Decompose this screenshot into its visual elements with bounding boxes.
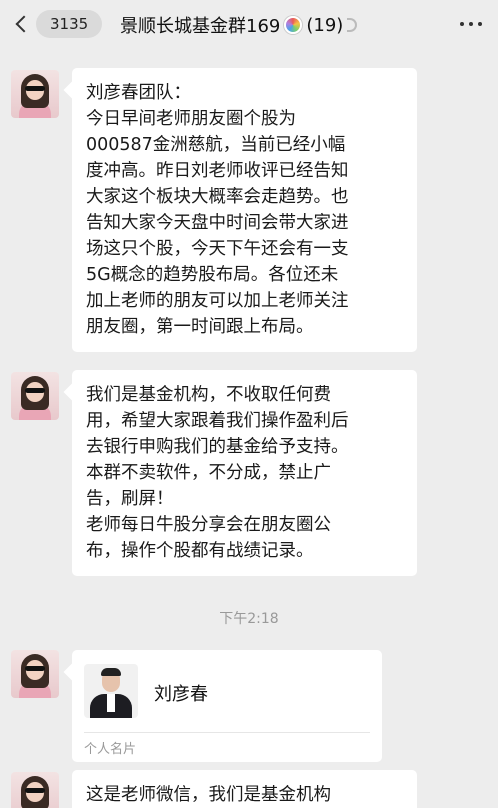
- message-bubble[interactable]: 我们是基金机构，不收取任何费 用，希望大家跟着我们操作盈利后 去银行申购我们的基…: [72, 370, 417, 576]
- message-line: 大家这个板块大概率会走趋势。也: [86, 187, 349, 207]
- contact-card[interactable]: 刘彦春 个人名片: [72, 650, 382, 762]
- card-divider: [84, 732, 370, 733]
- card-type-label: 个人名片: [84, 742, 137, 757]
- message-line: 用，希望大家跟着我们操作盈利后: [86, 411, 349, 431]
- group-name: 景顺长城基金群169: [120, 16, 281, 37]
- sender-avatar[interactable]: [11, 650, 59, 698]
- message-line: 朋友圈，第一时间跟上布局。: [86, 317, 314, 337]
- message-line: 本群不卖软件，不分成，禁止广: [86, 463, 331, 483]
- message-line: 布，操作个股都有战绩记录。: [86, 541, 314, 561]
- message-line: 度冲高。昨日刘老师收评已经告知: [86, 161, 349, 181]
- message-line: 加上老师的朋友可以加上老师关注: [86, 291, 349, 311]
- member-count: (19): [306, 14, 344, 36]
- chat-header: 3135 景顺长城基金群169 (19): [0, 0, 498, 50]
- message-line: 刘彦春团队：: [86, 83, 191, 103]
- contact-photo: [84, 664, 138, 718]
- message-line: 告知大家今天盘中时间会带大家进: [86, 213, 349, 233]
- message-line: 今日早间老师朋友圈个股为: [86, 109, 296, 129]
- message-line: 这是老师微信，我们是基金机构: [86, 785, 331, 805]
- unread-count-badge: 3135: [36, 10, 103, 38]
- message-line: 我们是基金机构，不收取任何费: [86, 385, 331, 405]
- message-bubble-partial[interactable]: 这是老师微信，我们是基金机构: [72, 770, 417, 808]
- message-line: 000587金洲慈航，当前已经小幅: [86, 135, 346, 155]
- back-button[interactable]: 3135: [12, 10, 103, 38]
- chat-title: 景顺长城基金群169 (19): [120, 12, 358, 38]
- contact-name: 刘彦春: [154, 684, 208, 705]
- message-bubble[interactable]: 刘彦春团队： 今日早间老师朋友圈个股为 000587金洲慈航，当前已经小幅 度冲…: [72, 68, 417, 352]
- chevron-left-icon: [15, 15, 33, 33]
- message-line: 去银行申购我们的基金给予支持。: [86, 437, 349, 457]
- message-line: 场这只个股，今天下午还会有一支: [86, 239, 349, 259]
- sender-avatar[interactable]: [11, 372, 59, 420]
- dot-icon: [460, 22, 464, 26]
- message-line: 老师每日牛股分享会在朋友圈公: [86, 515, 331, 535]
- ear-mute-icon: [347, 18, 358, 32]
- message-line: 告，刷屏！: [86, 489, 174, 509]
- dot-icon: [478, 22, 482, 26]
- dot-icon: [469, 22, 473, 26]
- sender-avatar[interactable]: [11, 772, 59, 808]
- lollipop-emoji-icon: [284, 16, 303, 34]
- timestamp: 下午2:18: [219, 611, 279, 627]
- sender-avatar[interactable]: [11, 70, 59, 118]
- more-options-button[interactable]: [460, 22, 482, 26]
- message-line: 5G概念的趋势股布局。各位还未: [86, 265, 339, 285]
